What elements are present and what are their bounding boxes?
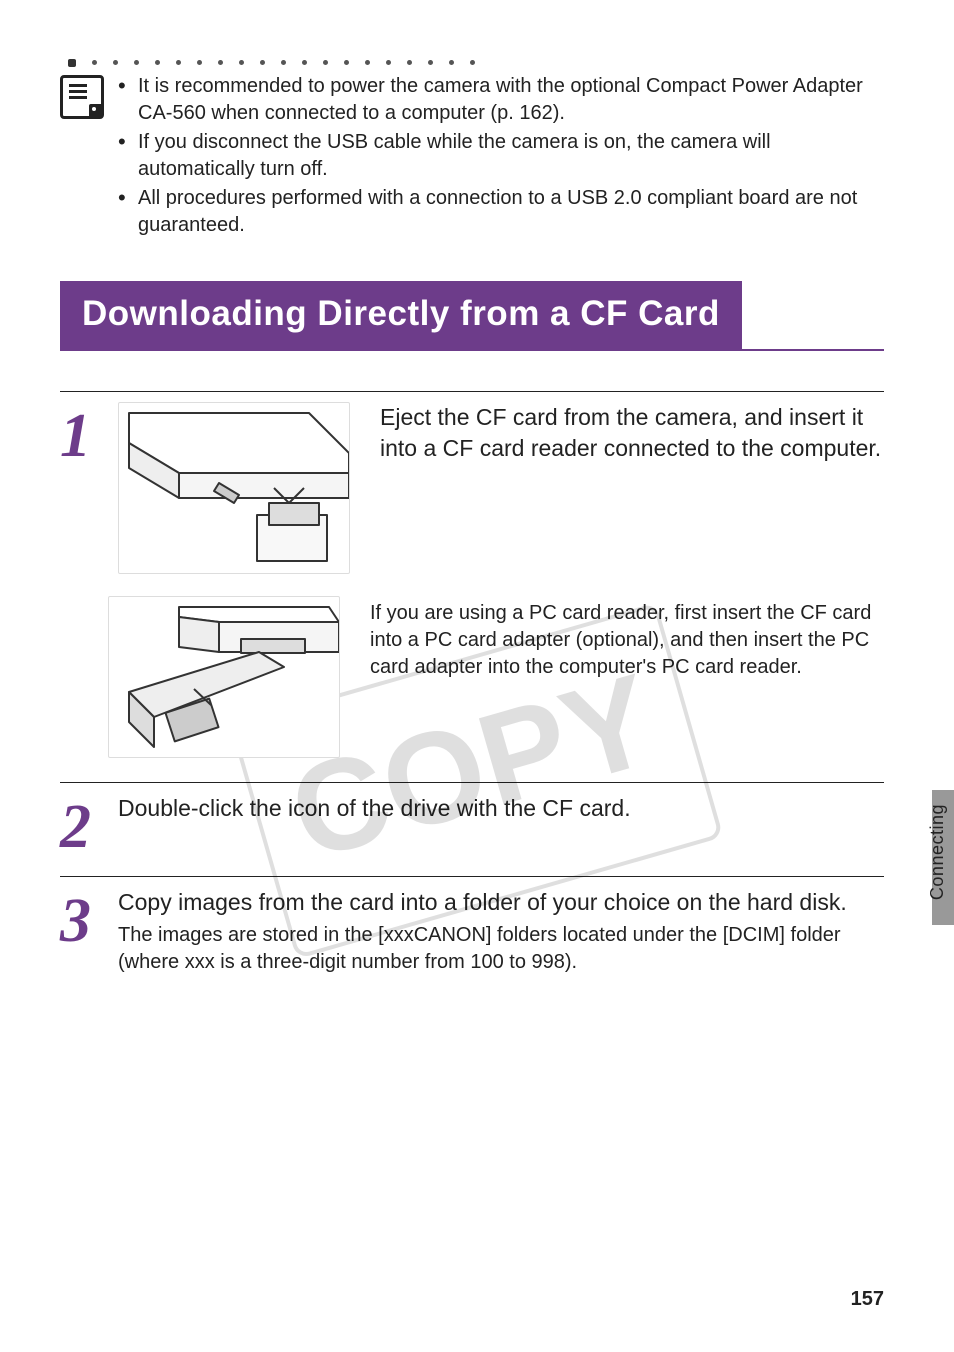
illustration-pc-card-adapter <box>108 596 340 758</box>
page-root: COPY It is recommended to power the came… <box>0 0 954 1352</box>
step-2-text: Double-click the icon of the drive with … <box>118 793 884 824</box>
side-tab-label: Connecting <box>926 804 949 900</box>
step-1-sub: If you are using a PC card reader, first… <box>108 596 884 758</box>
illustration-cf-reader <box>118 402 350 574</box>
step-1-subtext: If you are using a PC card reader, first… <box>370 600 884 758</box>
note-list: It is recommended to power the camera wi… <box>118 73 884 241</box>
step-3-subtext: The images are stored in the [xxxCANON] … <box>118 922 884 976</box>
note-item: It is recommended to power the camera wi… <box>118 73 884 127</box>
note-block: It is recommended to power the camera wi… <box>60 73 884 241</box>
step-number: 3 <box>60 897 108 947</box>
note-item: If you disconnect the USB cable while th… <box>118 129 884 183</box>
step-number: 1 <box>60 412 108 462</box>
page-number: 157 <box>851 1286 884 1312</box>
step-1: 1 Eject the CF <box>60 391 884 758</box>
step-3-text: Copy images from the card into a folder … <box>118 887 884 918</box>
section-heading: Downloading Directly from a CF Card <box>60 281 742 349</box>
note-item: All procedures performed with a connecti… <box>118 185 884 239</box>
step-number: 2 <box>60 803 108 853</box>
step-3: 3 Copy images from the card into a folde… <box>60 876 884 976</box>
note-icon <box>60 75 104 119</box>
dotted-separator <box>68 60 884 67</box>
section-underline <box>60 349 884 351</box>
section-heading-wrapper: Downloading Directly from a CF Card <box>60 281 884 349</box>
step-1-text: Eject the CF card from the camera, and i… <box>380 402 884 464</box>
step-2: 2 Double-click the icon of the drive wit… <box>60 782 884 853</box>
